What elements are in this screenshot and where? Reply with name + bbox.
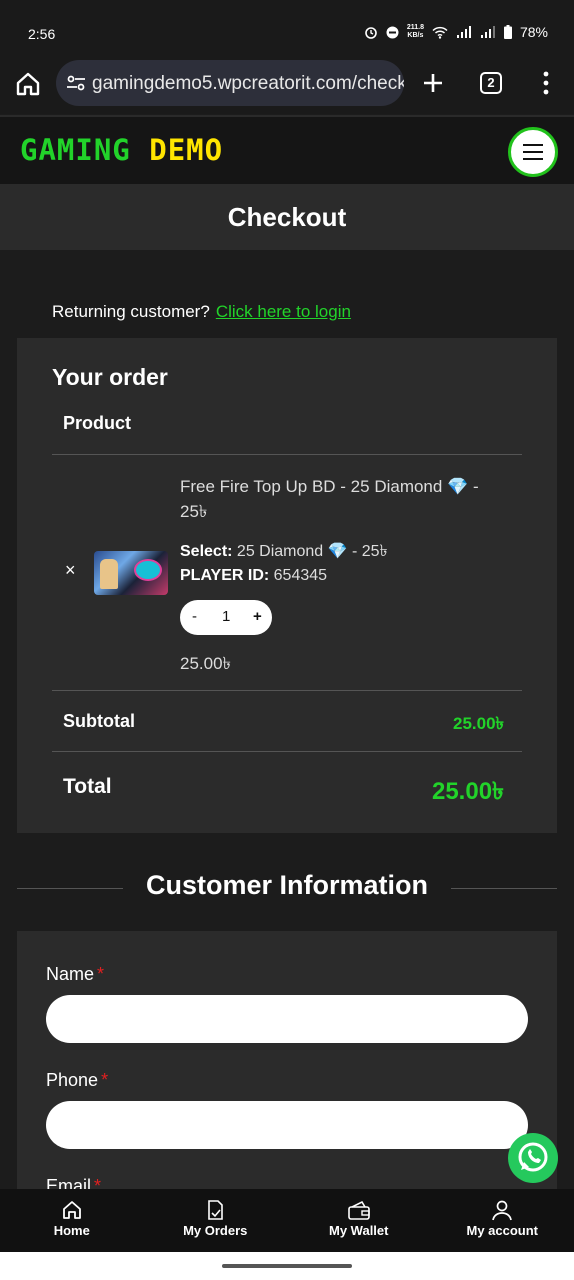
remove-item-button[interactable]: × xyxy=(65,560,76,581)
wallet-icon xyxy=(347,1200,370,1220)
total-label: Total xyxy=(63,775,112,798)
customer-info-heading: Customer Information xyxy=(145,870,428,900)
quantity-stepper[interactable]: - 1 + xyxy=(180,600,272,635)
product-column-header: Product xyxy=(63,413,132,433)
product-thumbnail xyxy=(94,551,168,595)
divider xyxy=(52,690,522,691)
product-name[interactable]: Free Fire Top Up BD - 25 Diamond 💎 - 25৳ xyxy=(180,474,500,524)
site-header: GAMING DEMO xyxy=(0,115,574,184)
order-summary-card: Your order Product × Free Fire Top Up BD… xyxy=(17,338,557,833)
new-tab-icon[interactable] xyxy=(420,70,446,96)
wifi-icon xyxy=(432,26,448,39)
site-settings-icon[interactable] xyxy=(66,73,86,93)
divider xyxy=(52,751,522,752)
site-logo[interactable]: GAMING DEMO xyxy=(20,133,223,167)
signal-icon xyxy=(456,25,471,38)
status-bar: 2:56 211.8 KB/s 78% xyxy=(0,0,574,62)
nav-my-account[interactable]: My account xyxy=(431,1189,574,1252)
subtotal-label: Subtotal xyxy=(63,711,135,731)
name-label: Name * xyxy=(46,964,105,984)
subtotal-value: 25.00৳ xyxy=(452,714,504,733)
whatsapp-chat-button[interactable] xyxy=(508,1133,558,1183)
home-icon xyxy=(62,1201,81,1219)
address-bar[interactable]: gamingdemo5.wpcreatorit.com/checkout/ xyxy=(56,60,404,106)
battery-icon xyxy=(503,25,512,39)
battery-percent: 78% xyxy=(519,24,548,40)
alarm-icon xyxy=(365,27,377,39)
qty-increase-button[interactable]: + xyxy=(253,608,262,625)
whatsapp-icon xyxy=(518,1142,548,1172)
tab-switcher-button[interactable]: 2 xyxy=(480,72,502,94)
player-id: PLAYER ID: 654345 xyxy=(180,567,328,584)
page-title: Checkout xyxy=(227,202,347,232)
order-heading: Your order xyxy=(52,364,168,390)
browser-toolbar: gamingdemo5.wpcreatorit.com/checkout/ 2 xyxy=(0,58,574,114)
line-item-price: 25.00৳ xyxy=(180,654,232,673)
phone-label: Phone * xyxy=(46,1070,109,1090)
login-link[interactable]: Click here to login xyxy=(216,302,351,321)
gesture-handle[interactable] xyxy=(222,1264,352,1268)
phone-field[interactable] xyxy=(46,1101,528,1149)
signal-icon-2 xyxy=(480,25,495,38)
orders-icon xyxy=(208,1200,224,1220)
network-speed: 211.8 KB/s xyxy=(406,24,424,39)
page-title-band: Checkout xyxy=(0,184,574,250)
hamburger-menu-button[interactable] xyxy=(508,127,558,177)
customer-form: Name * Phone * Email * xyxy=(17,931,557,1201)
hamburger-icon xyxy=(523,144,543,146)
returning-customer-notice: Returning customer? Click here to login xyxy=(52,302,351,321)
nav-my-wallet[interactable]: My Wallet xyxy=(287,1189,431,1252)
status-icons: 211.8 KB/s 78% xyxy=(364,24,548,40)
qty-value[interactable]: 1 xyxy=(222,608,230,625)
nav-my-orders[interactable]: My Orders xyxy=(144,1189,288,1252)
divider xyxy=(52,454,522,455)
account-icon xyxy=(492,1200,513,1221)
system-gesture-area xyxy=(0,1252,574,1280)
browser-home-icon[interactable] xyxy=(14,70,42,98)
bottom-navigation: Home My Orders My Wallet My account xyxy=(0,1189,574,1252)
qty-decrease-button[interactable]: - xyxy=(192,608,197,625)
product-select-option: Select: 25 Diamond 💎 - 25৳ xyxy=(180,543,388,560)
status-time: 2:56 xyxy=(28,26,56,42)
name-field[interactable] xyxy=(46,995,528,1043)
nav-home[interactable]: Home xyxy=(0,1189,144,1252)
url-text: gamingdemo5.wpcreatorit.com/checkout/ xyxy=(92,73,404,94)
dnd-icon xyxy=(386,26,399,38)
total-value: 25.00৳ xyxy=(431,778,504,805)
browser-menu-icon[interactable] xyxy=(538,70,554,96)
